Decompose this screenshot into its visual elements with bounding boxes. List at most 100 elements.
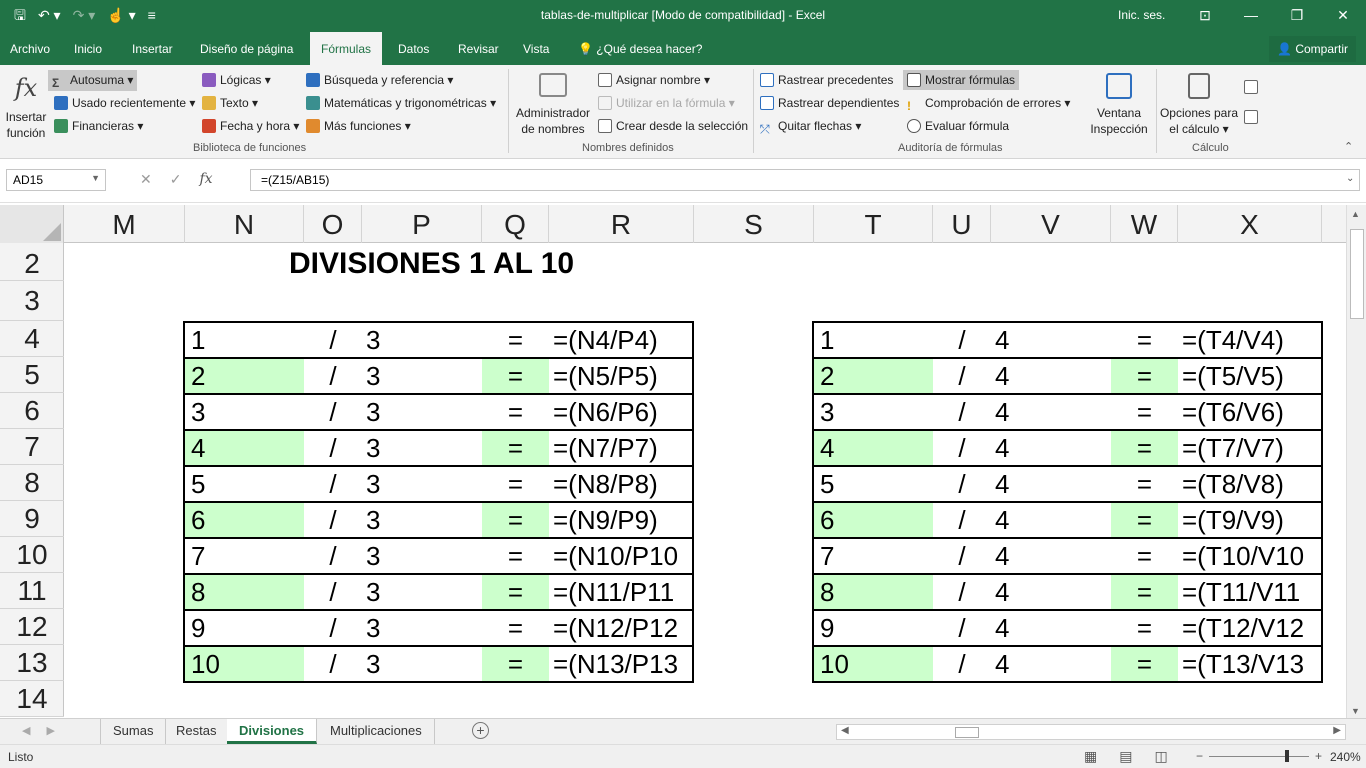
column-header-x[interactable]: X [1178, 205, 1322, 243]
select-all-corner[interactable] [0, 205, 64, 243]
formula-cell[interactable]: =(T7/V7) [1178, 431, 1321, 465]
row-header-6[interactable]: 6 [0, 393, 64, 429]
division-sign-cell[interactable]: / [304, 323, 362, 357]
divisor-cell[interactable]: 4 [991, 539, 1111, 573]
financial-button[interactable]: Financieras ▾ [54, 118, 143, 134]
division-sign-cell[interactable]: / [933, 503, 991, 537]
equals-sign-cell[interactable]: = [1111, 467, 1178, 501]
zoom-in-icon[interactable]: + [1315, 749, 1322, 763]
equals-sign-cell[interactable]: = [1111, 323, 1178, 357]
equals-sign-cell[interactable]: = [482, 395, 549, 429]
calculate-sheet-icon[interactable] [1244, 109, 1262, 125]
formula-cell[interactable]: =(N6/P6) [549, 395, 692, 429]
formula-cell[interactable]: =(T12/V12 [1178, 611, 1321, 645]
dividend-cell[interactable]: 8 [814, 575, 933, 609]
column-header-m[interactable]: M [64, 205, 185, 243]
logical-button[interactable]: Lógicas ▾ [202, 72, 271, 88]
scroll-left-icon[interactable]: ◀ [841, 725, 849, 736]
close-icon[interactable]: ✕ [1320, 0, 1366, 32]
division-sign-cell[interactable]: / [304, 647, 362, 681]
trace-dependents-button[interactable]: Rastrear dependientes [760, 95, 899, 111]
column-header-n[interactable]: N [185, 205, 304, 243]
formula-cell[interactable]: =(T4/V4) [1178, 323, 1321, 357]
divisor-cell[interactable]: 3 [362, 503, 482, 537]
division-sign-cell[interactable]: / [304, 467, 362, 501]
equals-sign-cell[interactable]: = [482, 575, 549, 609]
scroll-right-icon[interactable]: ▶ [1333, 725, 1341, 736]
horizontal-scrollbar[interactable]: ◀ ▶ [836, 724, 1346, 740]
new-sheet-icon[interactable]: + [472, 722, 489, 739]
dividend-cell[interactable]: 9 [185, 611, 304, 645]
equals-sign-cell[interactable]: = [1111, 575, 1178, 609]
sheet-tab-restas[interactable]: Restas [164, 719, 230, 744]
horizontal-scroll-thumb[interactable] [955, 727, 979, 738]
equals-sign-cell[interactable]: = [482, 323, 549, 357]
column-header-s[interactable]: S [694, 205, 814, 243]
equals-sign-cell[interactable]: = [1111, 539, 1178, 573]
sheet-tab-multiplicaciones[interactable]: Multiplicaciones [318, 719, 435, 744]
equals-sign-cell[interactable]: = [482, 431, 549, 465]
dividend-cell[interactable]: 9 [814, 611, 933, 645]
column-header-t[interactable]: T [814, 205, 933, 243]
row-header-4[interactable]: 4 [0, 321, 64, 357]
worksheet-grid[interactable]: DIVISIONES 1 AL 10 1/3 = =(N4/P4) 2/3 = =(N5/… [65, 243, 1345, 717]
name-manager-button[interactable]: Administrador de nombres [514, 73, 592, 137]
division-sign-cell[interactable]: / [304, 503, 362, 537]
row-header-3[interactable]: 3 [0, 281, 64, 321]
zoom-slider[interactable] [1209, 749, 1310, 762]
formula-cell[interactable]: =(N7/P7) [549, 431, 692, 465]
equals-sign-cell[interactable]: = [1111, 359, 1178, 393]
tab-datos[interactable]: Datos [390, 32, 437, 65]
normal-view-icon[interactable]: ▦ [1084, 748, 1097, 765]
autosum-button[interactable]: Σ Autosuma ▾ [48, 70, 138, 91]
division-sign-cell[interactable]: / [933, 539, 991, 573]
divisor-cell[interactable]: 3 [362, 323, 482, 357]
dividend-cell[interactable]: 1 [185, 323, 304, 357]
calculation-options-button[interactable]: Opciones para el cálculo ▾ [1158, 73, 1240, 137]
division-sign-cell[interactable]: / [304, 359, 362, 393]
page-layout-view-icon[interactable]: ▤ [1119, 748, 1132, 765]
divisor-cell[interactable]: 3 [362, 359, 482, 393]
column-header-q[interactable]: Q [482, 205, 549, 243]
minimize-icon[interactable]: — [1228, 0, 1274, 32]
row-header-14[interactable]: 14 [0, 681, 64, 717]
formula-cell[interactable]: =(T10/V10 [1178, 539, 1321, 573]
divisor-cell[interactable]: 3 [362, 647, 482, 681]
divisor-cell[interactable]: 4 [991, 647, 1111, 681]
tab-inicio[interactable]: Inicio [66, 32, 110, 65]
formula-cell[interactable]: =(N13/P13 [549, 647, 692, 681]
row-header-13[interactable]: 13 [0, 645, 64, 681]
divisor-cell[interactable]: 4 [991, 503, 1111, 537]
show-formulas-button[interactable]: Mostrar fórmulas [903, 70, 1020, 90]
dividend-cell[interactable]: 5 [814, 467, 933, 501]
ribbon-display-options-icon[interactable]: ⊡ [1182, 0, 1228, 32]
name-box-dropdown-icon[interactable]: ▼ [91, 173, 100, 183]
define-name-button[interactable]: Asignar nombre ▾ [598, 72, 710, 88]
formula-cell[interactable]: =(N4/P4) [549, 323, 692, 357]
insert-function-icon[interactable]: fx [199, 171, 212, 188]
formula-cell[interactable]: =(N11/P11 [549, 575, 692, 609]
equals-sign-cell[interactable]: = [1111, 503, 1178, 537]
sheet-nav-arrows-icon[interactable]: ◀▶ [22, 724, 71, 737]
watch-window-button[interactable]: Ventana Inspección [1086, 73, 1152, 137]
dividend-cell[interactable]: 7 [185, 539, 304, 573]
row-header-8[interactable]: 8 [0, 465, 64, 501]
formula-cell[interactable]: =(N8/P8) [549, 467, 692, 501]
create-from-selection-button[interactable]: Crear desde la selección [598, 118, 748, 134]
divisor-cell[interactable]: 3 [362, 611, 482, 645]
use-in-formula-button[interactable]: Utilizar en la fórmula ▾ [598, 95, 735, 111]
equals-sign-cell[interactable]: = [482, 359, 549, 393]
row-header-9[interactable]: 9 [0, 501, 64, 537]
division-sign-cell[interactable]: / [933, 323, 991, 357]
text-button[interactable]: Texto ▾ [202, 95, 258, 111]
vertical-scrollbar[interactable]: ▲ ▼ [1346, 205, 1366, 718]
column-header-p[interactable]: P [362, 205, 482, 243]
sheet-tab-divisiones[interactable]: Divisiones [227, 719, 318, 744]
formula-cell[interactable]: =(N9/P9) [549, 503, 692, 537]
division-sign-cell[interactable]: / [933, 431, 991, 465]
sign-in-link[interactable]: Inic. ses. [1118, 8, 1165, 22]
division-sign-cell[interactable]: / [304, 431, 362, 465]
tab-archivo[interactable]: Archivo [2, 32, 58, 65]
formula-cell[interactable]: =(T11/V11 [1178, 575, 1321, 609]
dividend-cell[interactable]: 6 [814, 503, 933, 537]
